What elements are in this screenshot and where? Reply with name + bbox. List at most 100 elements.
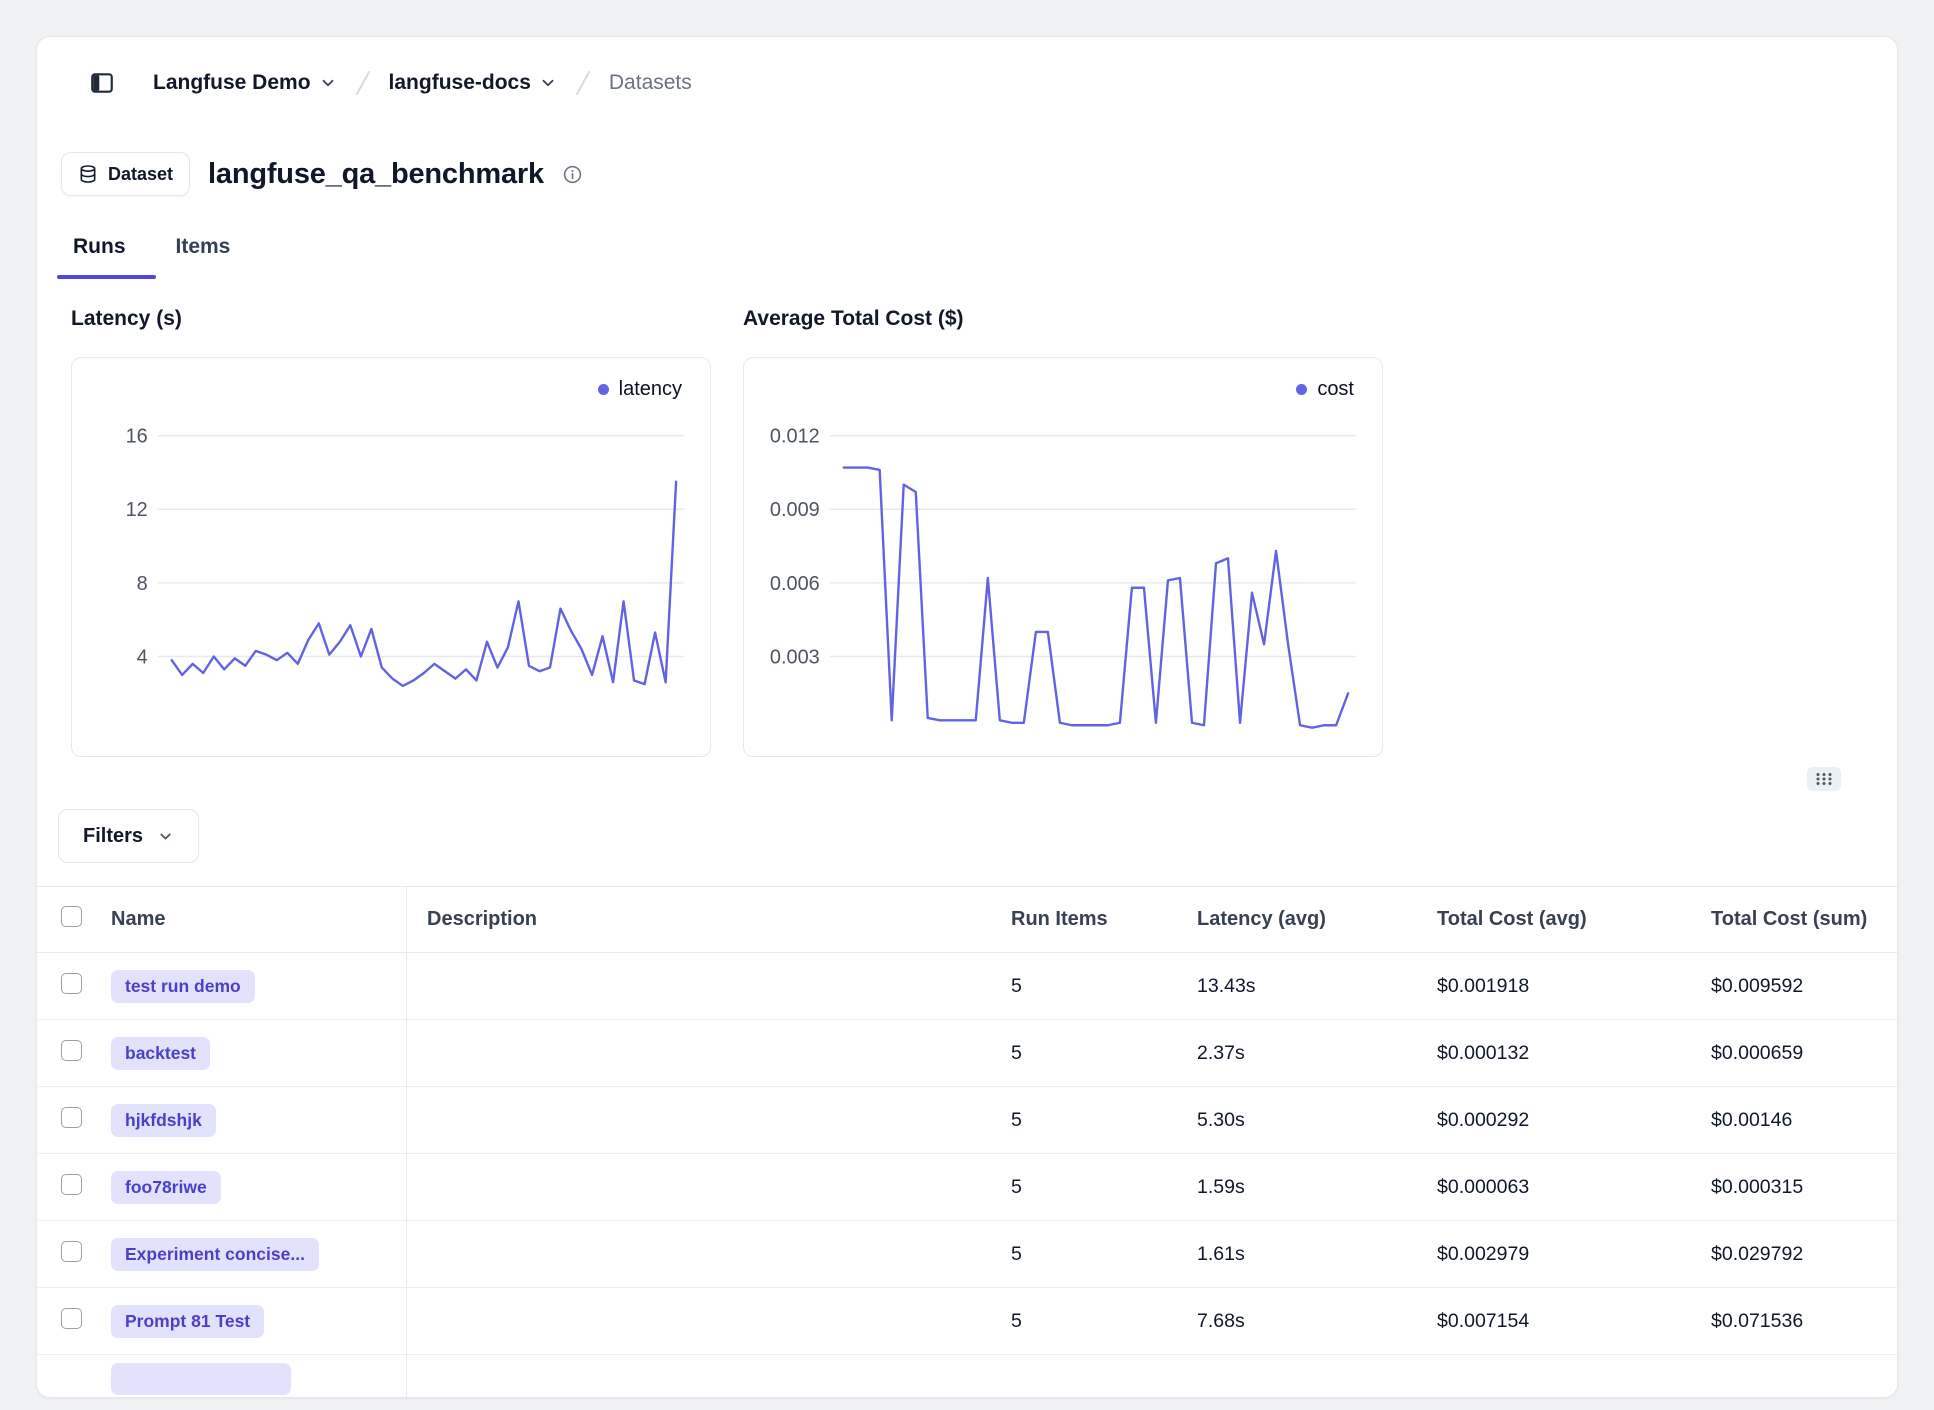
column-header-run-items[interactable]: Run Items [991,908,1177,931]
total-cost-sum-value: $0.00146 [1691,1109,1897,1132]
chart-title: Latency (s) [71,307,711,331]
run-items-value: 5 [991,1176,1177,1199]
run-items-value: 5 [991,1310,1177,1333]
total-cost-avg-value: $0.000063 [1417,1176,1691,1199]
run-items-value: 5 [991,1109,1177,1132]
total-cost-sum-value: $0.000659 [1691,1042,1897,1065]
run-name-badge[interactable]: test run demo [111,970,255,1003]
total-cost-avg-value: $0.002979 [1417,1243,1691,1266]
table-row: foo78riwe 51.59s$0.000063$0.000315 [37,1154,1897,1221]
dataset-header: Dataset langfuse_qa_benchmark [37,151,1897,197]
project-name: langfuse-docs [389,71,531,95]
latency-chart-block: Latency (s) 161284 latency [71,307,711,757]
database-icon [78,164,98,184]
row-checkbox[interactable] [61,1040,82,1061]
run-name-badge[interactable] [111,1363,291,1395]
row-checkbox-cell [37,1241,101,1268]
row-checkbox-cell [37,1174,101,1201]
table-row: test run demo513.43s$0.001918$0.009592 [37,953,1897,1020]
total-cost-sum-value: $0.029792 [1691,1243,1897,1266]
chart-legend: cost [1296,378,1354,401]
dataset-type-badge: Dataset [61,152,190,196]
panel-left-icon [89,70,115,96]
total-cost-avg-value: $0.007154 [1417,1310,1691,1333]
org-switcher[interactable]: Langfuse Demo [153,71,337,95]
row-checkbox-cell [37,1040,101,1067]
total-cost-sum-value: $0.071536 [1691,1310,1897,1333]
project-switcher[interactable]: langfuse-docs [389,71,557,95]
sidebar-toggle-button[interactable] [83,64,121,102]
column-header-total-cost-avg[interactable]: Total Cost (avg) [1417,908,1691,931]
chevron-down-icon [157,828,174,845]
total-cost-sum-value: $0.000315 [1691,1176,1897,1199]
run-items-value: 5 [991,1243,1177,1266]
run-name-badge[interactable]: Prompt 81 Test [111,1305,264,1338]
legend-dot-icon [598,384,609,395]
breadcrumb-separator [573,69,593,97]
row-checkbox[interactable] [61,1174,82,1195]
chevron-down-icon [539,74,557,92]
grid-handle-icon[interactable] [1807,767,1841,791]
latency-avg-value: 1.61s [1177,1243,1417,1266]
table-row: hjkfdshjk 55.30s$0.000292$0.00146 [37,1087,1897,1154]
row-checkbox[interactable] [61,1308,82,1329]
svg-text:0.006: 0.006 [770,573,820,595]
cost-chart-block: Average Total Cost ($) 0.0120.0090.0060.… [743,307,1383,757]
runs-table: Name Description Run Items Latency (avg)… [37,886,1897,1398]
header-checkbox-cell [37,906,101,933]
table-row-partial [37,1355,1897,1398]
filters-label: Filters [83,825,143,848]
latency-avg-value: 5.30s [1177,1109,1417,1132]
column-header-latency-avg[interactable]: Latency (avg) [1177,908,1417,931]
total-cost-avg-value: $0.000132 [1417,1042,1691,1065]
latency-chart: 161284 latency [71,357,711,757]
column-header-total-cost-sum[interactable]: Total Cost (sum) [1691,908,1897,931]
run-name-badge[interactable]: backtest [111,1037,210,1070]
row-checkbox[interactable] [61,973,82,994]
legend-dot-icon [1296,384,1307,395]
run-name-badge[interactable]: foo78riwe [111,1171,221,1204]
run-items-value: 5 [991,1042,1177,1065]
svg-text:0.003: 0.003 [770,646,820,668]
run-items-value: 5 [991,975,1177,998]
tab-bar: Runs Items [37,231,1897,277]
latency-line-chart: 161284 [72,358,710,756]
row-checkbox-cell [37,973,101,1000]
breadcrumb-page[interactable]: Datasets [609,71,692,95]
select-all-checkbox[interactable] [61,906,82,927]
svg-text:0.009: 0.009 [770,499,820,521]
table-row: Prompt 81 Test 57.68s$0.007154$0.071536 [37,1288,1897,1355]
latency-avg-value: 7.68s [1177,1310,1417,1333]
column-header-name[interactable]: Name [101,887,407,952]
cost-line-chart: 0.012 0.009 0.006 0.003 [744,358,1382,756]
table-tools [37,767,1897,791]
breadcrumb: Langfuse Demo langfuse-docs Datasets [37,37,1897,129]
chart-legend: latency [598,378,682,401]
run-name-badge[interactable]: Experiment concise... [111,1238,319,1271]
breadcrumb-separator [353,69,373,97]
dataset-badge-label: Dataset [108,164,173,185]
table-row: backtest52.37s$0.000132$0.000659 [37,1020,1897,1087]
legend-label: latency [619,378,682,401]
total-cost-avg-value: $0.000292 [1417,1109,1691,1132]
main-panel: Langfuse Demo langfuse-docs Datasets [36,36,1898,1398]
svg-text:8: 8 [137,573,148,595]
filters-button[interactable]: Filters [58,809,199,863]
charts-section: Latency (s) 161284 latency Average Total… [37,307,1897,757]
org-name: Langfuse Demo [153,71,311,95]
table-header-row: Name Description Run Items Latency (avg)… [37,887,1897,953]
chevron-down-icon [319,74,337,92]
legend-label: cost [1317,378,1354,401]
info-icon[interactable] [562,164,583,185]
run-name-badge[interactable]: hjkfdshjk [111,1104,216,1137]
row-checkbox-cell [37,1308,101,1335]
tab-runs[interactable]: Runs [71,231,128,277]
page-title: langfuse_qa_benchmark [208,158,544,191]
tab-items[interactable]: Items [174,231,233,277]
row-checkbox[interactable] [61,1107,82,1128]
column-header-description[interactable]: Description [407,908,991,931]
svg-text:0.012: 0.012 [770,426,820,448]
row-checkbox-cell [37,1107,101,1134]
latency-avg-value: 1.59s [1177,1176,1417,1199]
row-checkbox[interactable] [61,1241,82,1262]
